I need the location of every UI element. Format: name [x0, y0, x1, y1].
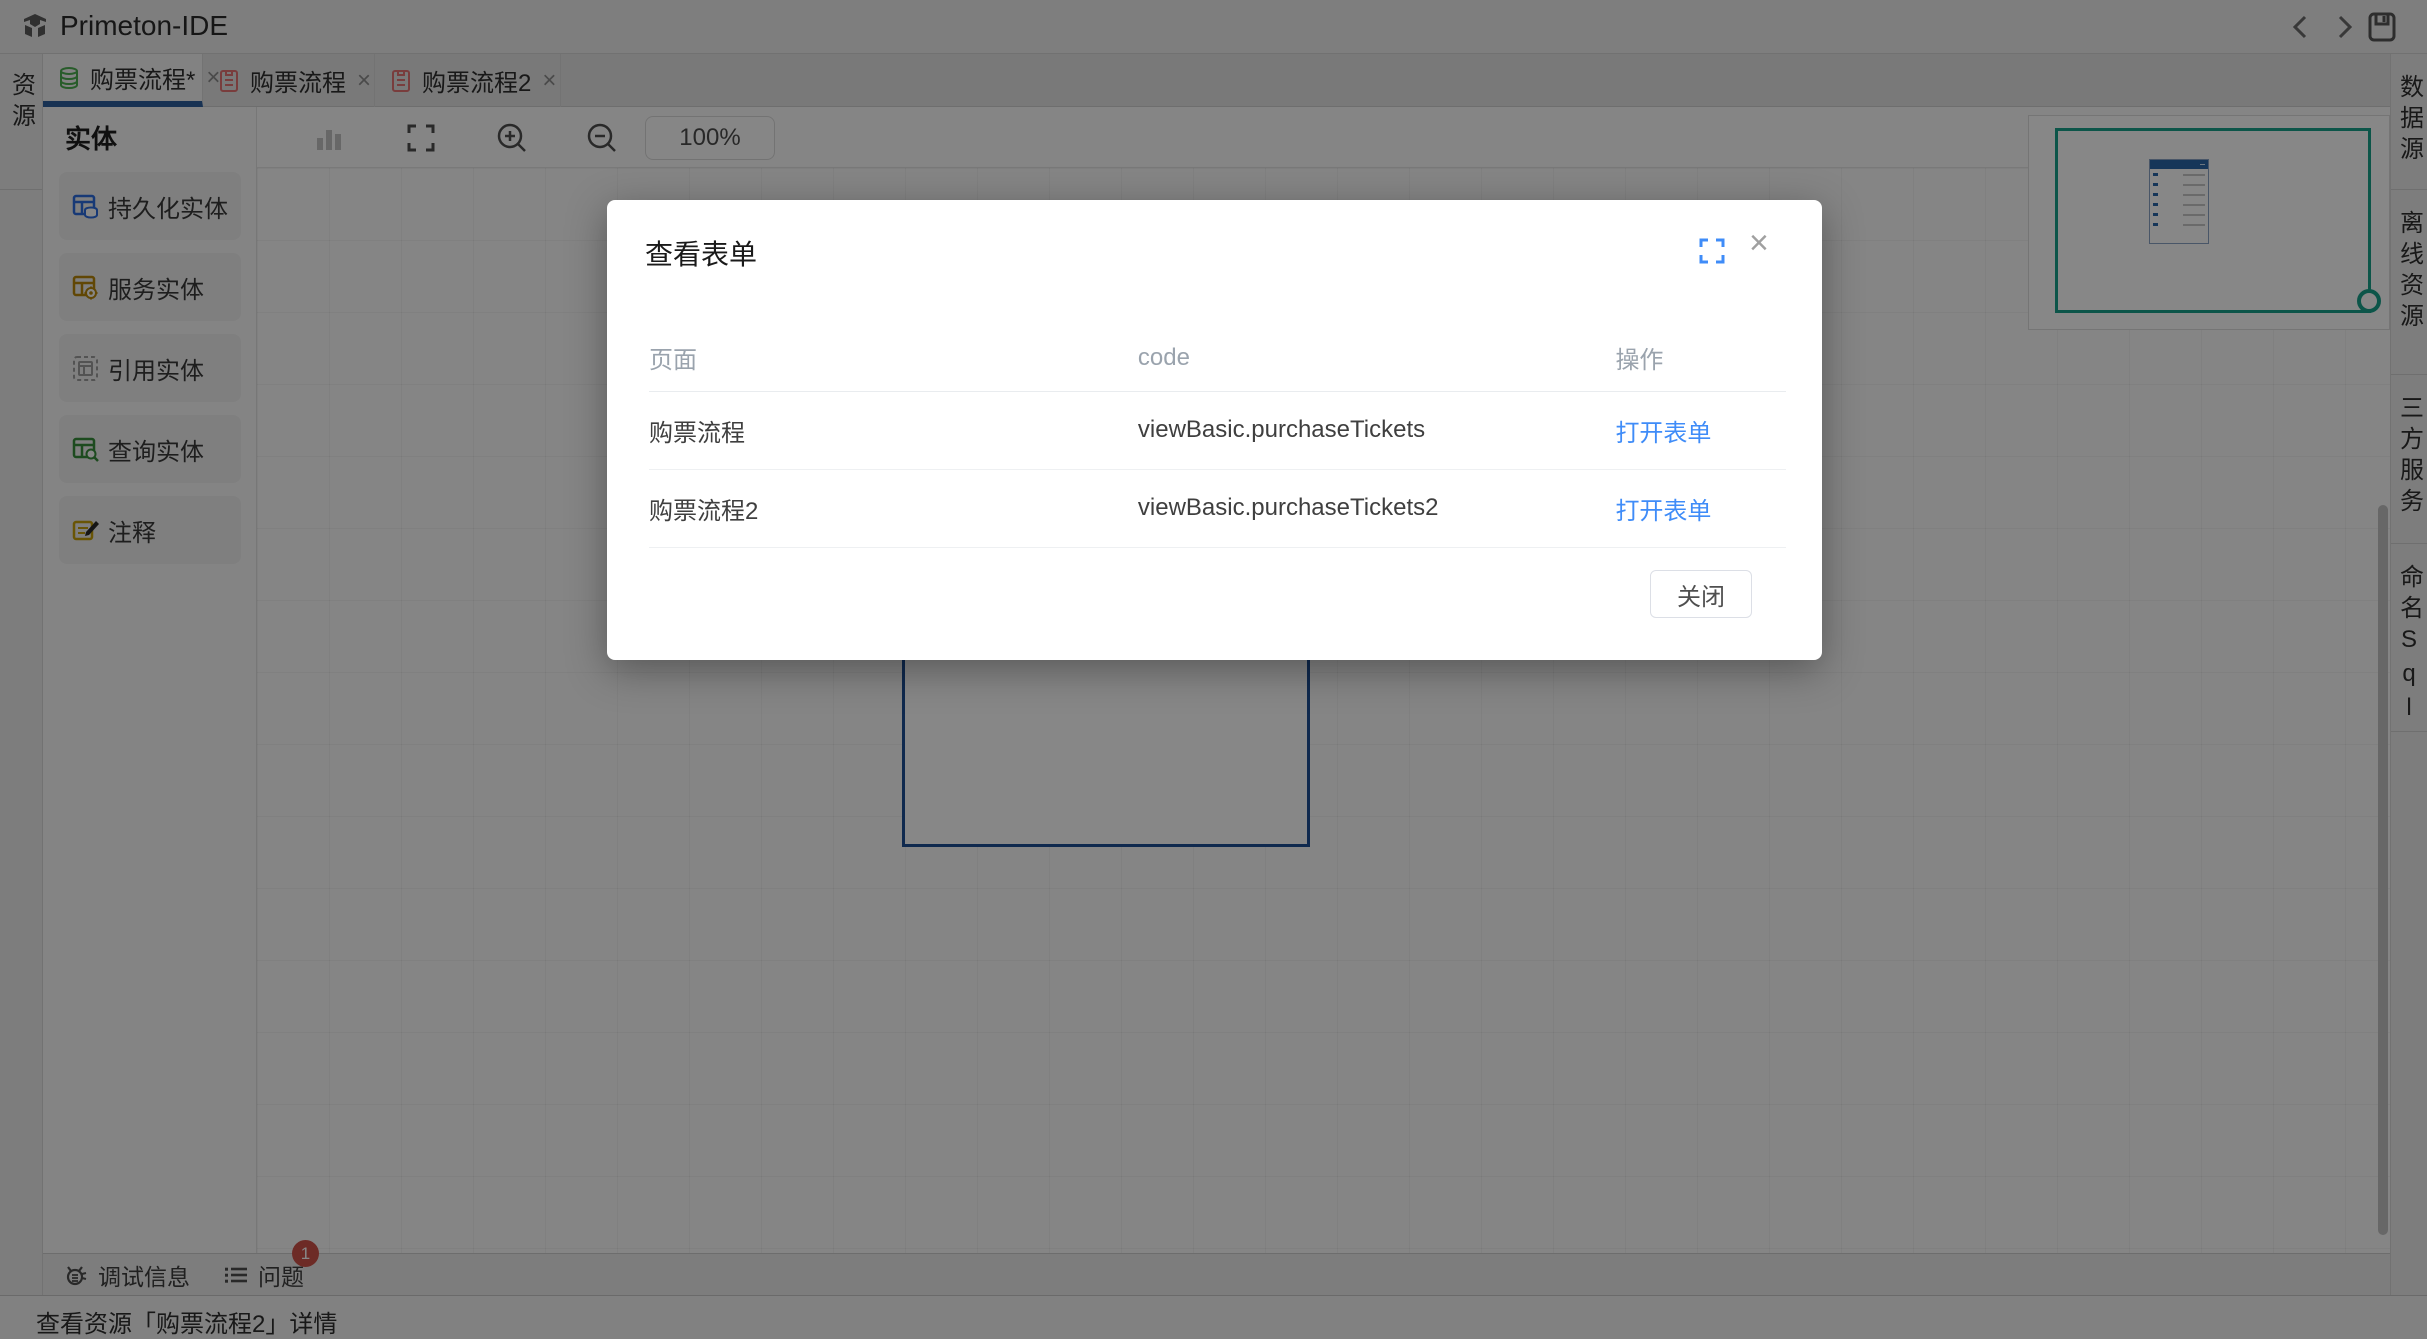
primeton-ide-window: Primeton-IDE 资源 购票流程* ×	[0, 0, 2427, 1339]
table-row: 购票流程 viewBasic.purchaseTickets 打开表单	[649, 391, 1786, 469]
view-form-dialog: 查看表单 × 页面 code 操作 购票流程 viewBasic.purchas…	[607, 200, 1822, 660]
column-header-action: 操作	[1615, 325, 1786, 391]
table-header-row: 页面 code 操作	[649, 325, 1786, 391]
column-header-code: code	[1138, 325, 1616, 391]
cell-code: viewBasic.purchaseTickets2	[1138, 469, 1616, 547]
open-form-link[interactable]: 打开表单	[1615, 498, 1711, 525]
cell-code: viewBasic.purchaseTickets	[1138, 391, 1616, 469]
close-icon[interactable]: ×	[1749, 226, 1769, 260]
close-button[interactable]: 关闭	[1650, 570, 1752, 618]
table-row: 购票流程2 viewBasic.purchaseTickets2 打开表单	[649, 469, 1786, 547]
column-header-page: 页面	[649, 325, 1138, 391]
open-form-link[interactable]: 打开表单	[1615, 420, 1711, 447]
cell-page: 购票流程2	[649, 469, 1138, 547]
cell-page: 购票流程	[649, 391, 1138, 469]
dialog-title: 查看表单	[645, 233, 757, 273]
forms-table: 页面 code 操作 购票流程 viewBasic.purchaseTicket…	[649, 325, 1786, 548]
fullscreen-icon[interactable]	[1697, 236, 1727, 266]
